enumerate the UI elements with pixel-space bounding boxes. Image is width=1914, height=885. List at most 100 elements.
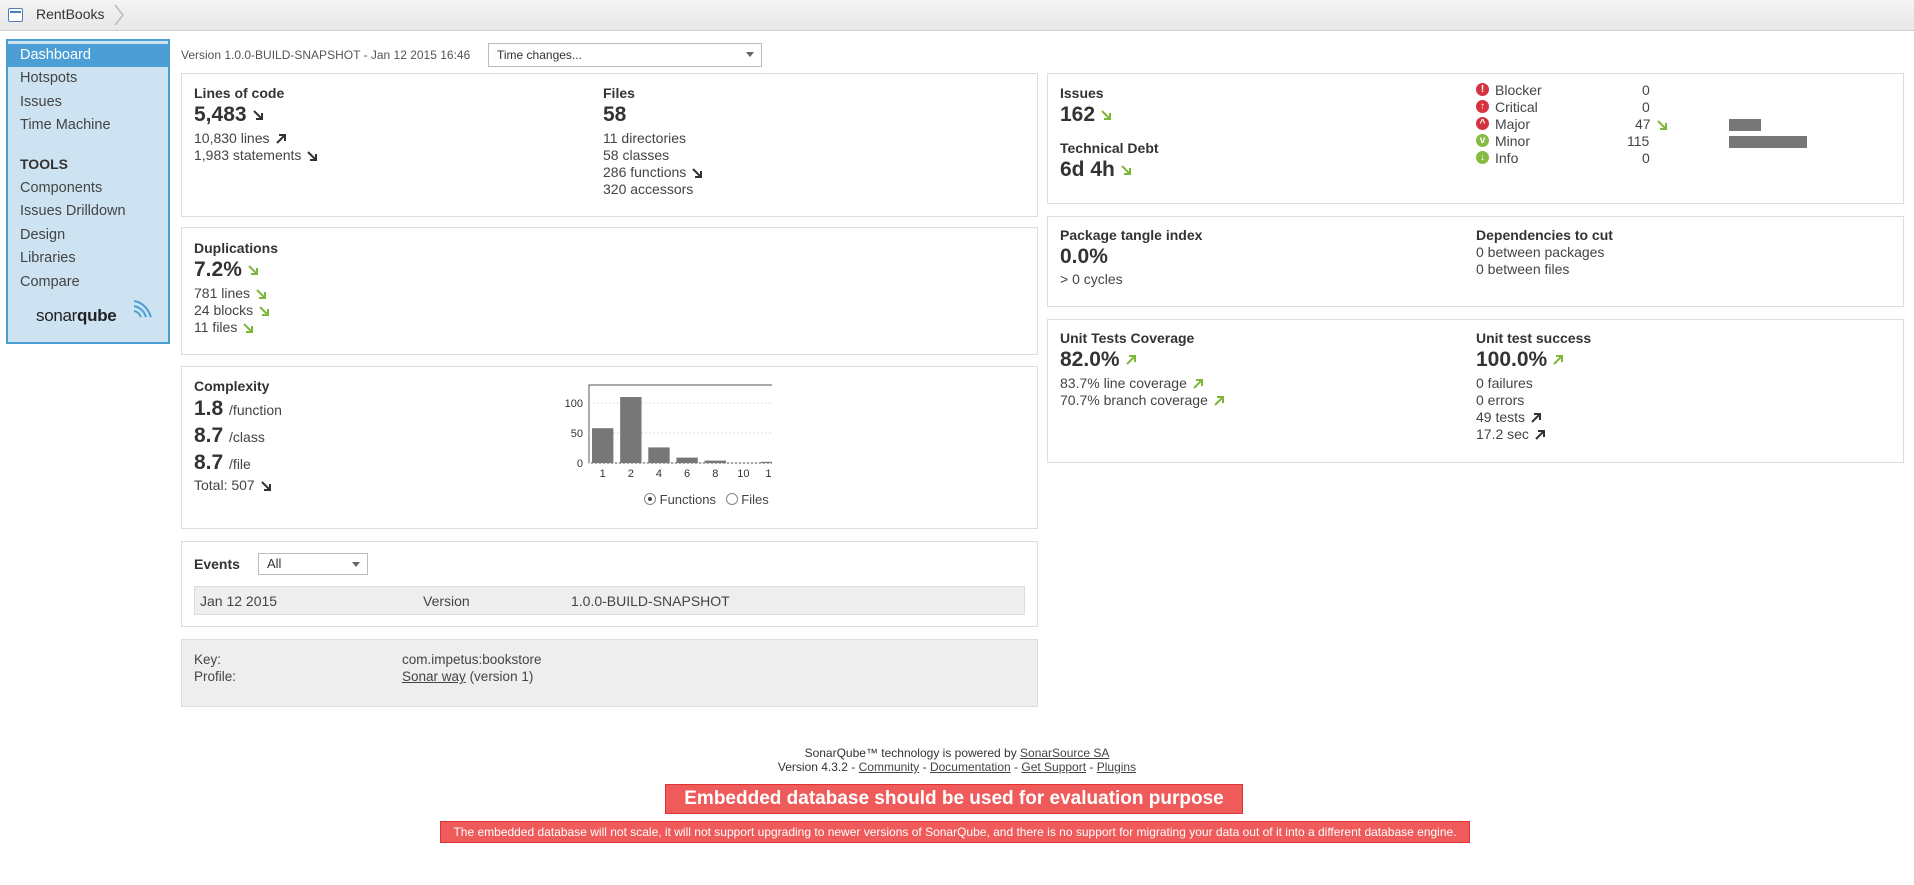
plugins-link[interactable]: Plugins xyxy=(1097,760,1136,774)
sidebar-item-hotspots[interactable]: Hotspots xyxy=(8,67,168,90)
severity-critical-label[interactable]: Critical xyxy=(1495,99,1538,115)
duplicated-lines[interactable]: 781 lines xyxy=(194,285,267,301)
files-title: Files xyxy=(603,85,635,101)
deps-packages[interactable]: 0 between packages xyxy=(1476,244,1604,260)
documentation-link[interactable]: Documentation xyxy=(930,760,1011,774)
complexity-total[interactable]: Total: 507 xyxy=(194,477,272,493)
trend-down-green-icon xyxy=(1656,120,1667,131)
branch-coverage[interactable]: 70.7% branch coverage xyxy=(1060,392,1225,408)
test-success-value[interactable]: 100.0% xyxy=(1476,348,1564,372)
directories-count[interactable]: 11 directories xyxy=(603,130,686,146)
event-row[interactable]: Jan 12 2015 Version 1.0.0-BUILD-SNAPSHOT xyxy=(194,586,1025,615)
trend-up-green-icon xyxy=(1125,355,1136,366)
sidebar-item-issues[interactable]: Issues xyxy=(8,91,168,114)
severity-minor-label[interactable]: Minor xyxy=(1495,133,1530,149)
chart-y-tick-label: 50 xyxy=(571,428,583,440)
duplicated-blocks[interactable]: 24 blocks xyxy=(194,302,270,318)
chart-bar-12 xyxy=(760,461,772,463)
duplications-widget: Duplications 7.2% 781 lines 24 blocks 11… xyxy=(181,227,1038,355)
severity-blocker-label[interactable]: Blocker xyxy=(1495,82,1542,98)
complexity-per-function[interactable]: 1.8 /function xyxy=(194,397,282,421)
trend-down-green-icon xyxy=(1121,165,1131,176)
community-link[interactable]: Community xyxy=(859,760,920,774)
dependencies-title: Dependencies to cut xyxy=(1476,227,1613,243)
events-title: Events xyxy=(194,556,240,572)
critical-icon: ↑ xyxy=(1476,100,1489,113)
events-filter-value: All xyxy=(267,556,282,571)
event-name: 1.0.0-BUILD-SNAPSHOT xyxy=(571,593,730,609)
functions-count[interactable]: 286 functions xyxy=(603,164,703,180)
chart-x-tick-label: 2 xyxy=(628,468,634,477)
key-value: com.impetus:bookstore xyxy=(402,652,542,667)
profile-version: (version 1) xyxy=(469,669,534,684)
severity-info-label[interactable]: Info xyxy=(1495,150,1518,166)
severity-info-count[interactable]: 0 xyxy=(1642,150,1650,166)
test-success-title: Unit test success xyxy=(1476,330,1592,346)
sidebar-item-time-machine[interactable]: Time Machine xyxy=(8,114,168,137)
cycles-count[interactable]: > 0 cycles xyxy=(1060,271,1123,287)
severity-blocker-count[interactable]: 0 xyxy=(1642,82,1650,98)
sidebar-item-components[interactable]: Components xyxy=(8,177,168,200)
breadcrumb-chevron-icon xyxy=(114,4,124,26)
package-tangle-value[interactable]: 0.0% xyxy=(1060,245,1108,269)
chart-x-tick-label: 10 xyxy=(737,468,749,477)
line-coverage[interactable]: 83.7% line coverage xyxy=(1060,375,1204,391)
severity-major-count[interactable]: 47 xyxy=(1635,116,1668,132)
radio-files[interactable] xyxy=(725,493,738,505)
duplications-value[interactable]: 7.2% xyxy=(194,258,259,282)
profile-label: Profile: xyxy=(194,669,237,684)
design-widget: Package tangle index 0.0% > 0 cycles Dep… xyxy=(1047,216,1904,307)
test-failures[interactable]: 0 failures xyxy=(1476,375,1533,391)
project-info-box: Key: com.impetus:bookstore Profile: Sona… xyxy=(181,639,1038,707)
sidebar-item-libraries[interactable]: Libraries xyxy=(8,247,168,270)
severity-major-label[interactable]: Major xyxy=(1495,116,1530,132)
sidebar-item-compare[interactable]: Compare xyxy=(8,271,168,294)
test-duration[interactable]: 17.2 sec xyxy=(1476,426,1546,442)
embedded-db-warning-text: The embedded database will not scale, it… xyxy=(440,821,1470,843)
sonarqube-waves-icon xyxy=(133,300,152,318)
project-name[interactable]: RentBooks xyxy=(36,6,104,22)
sonarsource-link[interactable]: SonarSource SA xyxy=(1020,746,1109,760)
radio-functions[interactable] xyxy=(644,493,656,505)
issues-value[interactable]: 162 xyxy=(1060,103,1112,127)
lines-of-code-value[interactable]: 5,483 xyxy=(194,103,264,127)
trend-down-green-icon xyxy=(259,306,270,317)
severity-major-bar xyxy=(1729,119,1761,131)
complexity-per-file[interactable]: 8.7 /file xyxy=(194,451,251,475)
sidebar-item-issues-drilldown[interactable]: Issues Drilldown xyxy=(8,200,168,223)
profile-link[interactable]: Sonar way xyxy=(402,669,466,684)
trend-down-icon xyxy=(307,151,318,162)
get-support-link[interactable]: Get Support xyxy=(1021,760,1086,774)
statements-count[interactable]: 1,983 statements xyxy=(194,147,318,163)
chart-bar-8 xyxy=(704,460,726,463)
deps-files[interactable]: 0 between files xyxy=(1476,261,1569,277)
time-changes-select[interactable]: Time changes... xyxy=(488,43,762,67)
lines-count[interactable]: 10,830 lines xyxy=(194,130,287,146)
trend-up-icon xyxy=(1535,430,1545,441)
complexity-per-class[interactable]: 8.7 /class xyxy=(194,424,265,448)
event-type: Version xyxy=(423,593,470,609)
profile-value: Sonar way (version 1) xyxy=(402,669,533,684)
trend-down-icon xyxy=(252,110,263,121)
chart-y-tick-label: 0 xyxy=(577,458,583,470)
events-filter-select[interactable]: All xyxy=(258,553,368,575)
chart-x-tick-label: 1 xyxy=(600,468,606,477)
duplicated-files[interactable]: 11 files xyxy=(194,319,254,335)
accessors-count[interactable]: 320 accessors xyxy=(603,181,693,197)
chevron-down-icon xyxy=(352,562,360,567)
chart-x-tick-label: 6 xyxy=(684,468,690,477)
trend-up-green-icon xyxy=(1193,379,1203,390)
tests-count[interactable]: 49 tests xyxy=(1476,409,1542,425)
technical-debt-value[interactable]: 6d 4h xyxy=(1060,158,1132,182)
chart-bar-2 xyxy=(620,397,642,463)
severity-critical-count[interactable]: 0 xyxy=(1642,99,1650,115)
classes-count[interactable]: 58 classes xyxy=(603,147,669,163)
sidebar-item-dashboard[interactable]: Dashboard xyxy=(8,44,168,67)
footer-powered-by: SonarQube™ technology is powered by Sona… xyxy=(804,746,1110,760)
files-value[interactable]: 58 xyxy=(603,103,626,127)
chart-x-tick-label: 8 xyxy=(712,468,718,477)
test-errors[interactable]: 0 errors xyxy=(1476,392,1524,408)
sidebar-item-design[interactable]: Design xyxy=(8,224,168,247)
coverage-value[interactable]: 82.0% xyxy=(1060,348,1137,372)
severity-minor-count[interactable]: 115 xyxy=(1627,133,1649,149)
